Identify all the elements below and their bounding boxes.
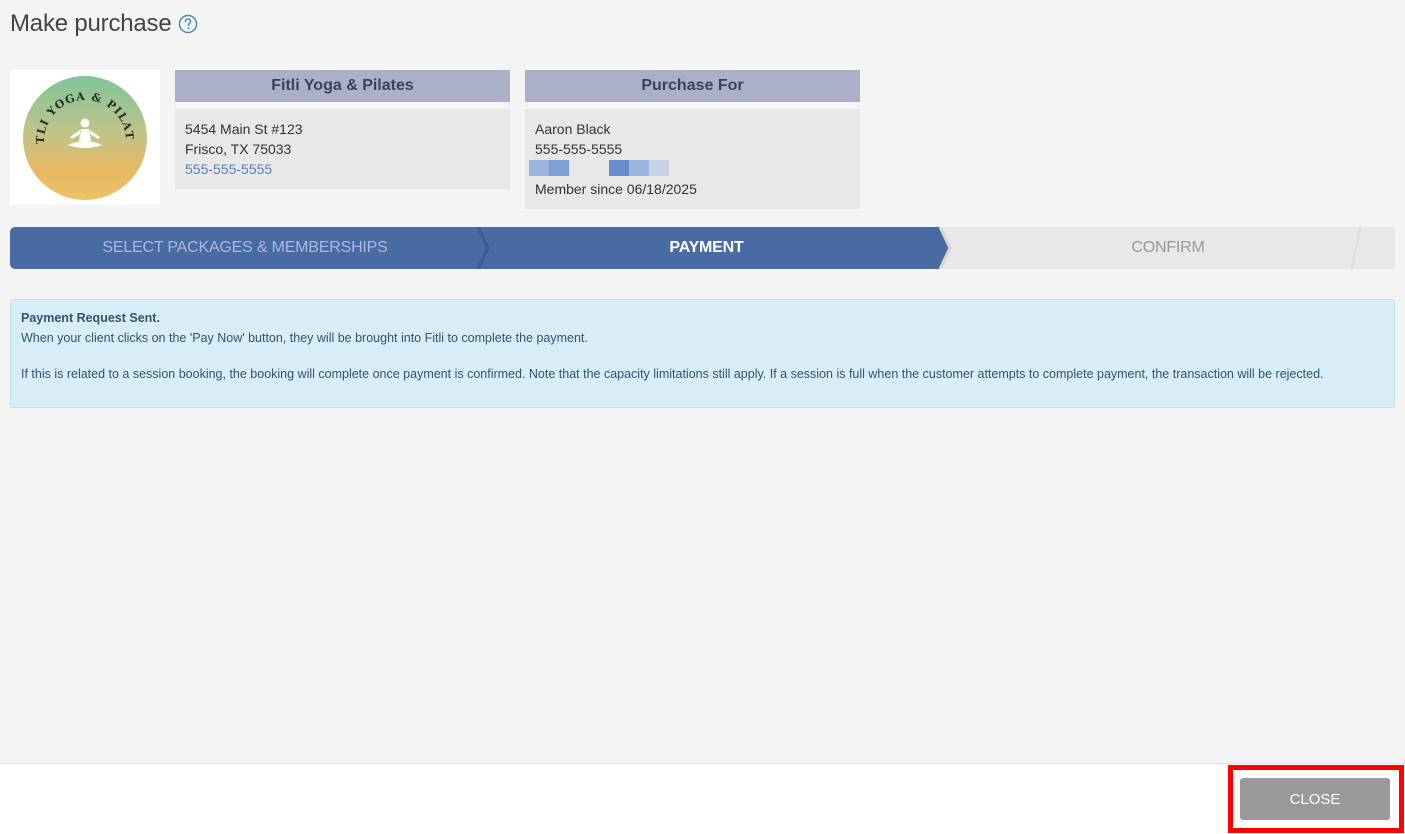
alert-title: Payment Request Sent. [21, 311, 160, 325]
step-confirm: CONFIRM [1131, 239, 1205, 256]
close-button[interactable]: CLOSE [1240, 778, 1390, 820]
member-since: Member since 06/18/2025 [535, 181, 697, 197]
client-details: Aaron Black 555-555-5555 Member since 06… [525, 109, 860, 209]
client-phone: 555-555-5555 [535, 141, 623, 157]
address-line-1: 5454 Main St #123 [185, 121, 303, 137]
business-name-header: Fitli Yoga & Pilates [175, 70, 510, 102]
business-logo: FITLI YOGA & PILATES [10, 70, 160, 205]
step-select-packages[interactable]: SELECT PACKAGES & MEMBERSHIPS [10, 227, 480, 269]
footer-bar [0, 763, 1405, 834]
business-phone-link[interactable]: 555-555-5555 [185, 159, 500, 179]
logo-image: FITLI YOGA & PILATES [22, 75, 147, 200]
title-row: Make purchase [10, 10, 198, 38]
alert-line-2: If this is related to a session booking,… [21, 367, 1324, 381]
payment-request-alert: Payment Request Sent. When your client c… [10, 299, 1395, 408]
purchase-for-header: Purchase For [525, 70, 860, 102]
purchase-steps-bar: SELECT PACKAGES & MEMBERSHIPS PAYMENT CO… [10, 227, 1395, 269]
question-circle-icon[interactable] [178, 14, 198, 34]
purchase-for-card: Purchase For Aaron Black 555-555-5555 Me… [525, 70, 860, 209]
step-payment: PAYMENT [669, 239, 744, 256]
redacted-email [529, 160, 850, 176]
alert-line-1: When your client clicks on the 'Pay Now'… [21, 331, 588, 345]
business-info-card: Fitli Yoga & Pilates 5454 Main St #123 F… [175, 70, 510, 189]
address-line-2: Frisco, TX 75033 [185, 141, 292, 157]
make-purchase-page: Make purchase FITLI Y [0, 0, 1405, 834]
business-details: 5454 Main St #123 Frisco, TX 75033 555-5… [175, 109, 510, 189]
client-name: Aaron Black [535, 121, 611, 137]
page-title: Make purchase [10, 10, 172, 37]
